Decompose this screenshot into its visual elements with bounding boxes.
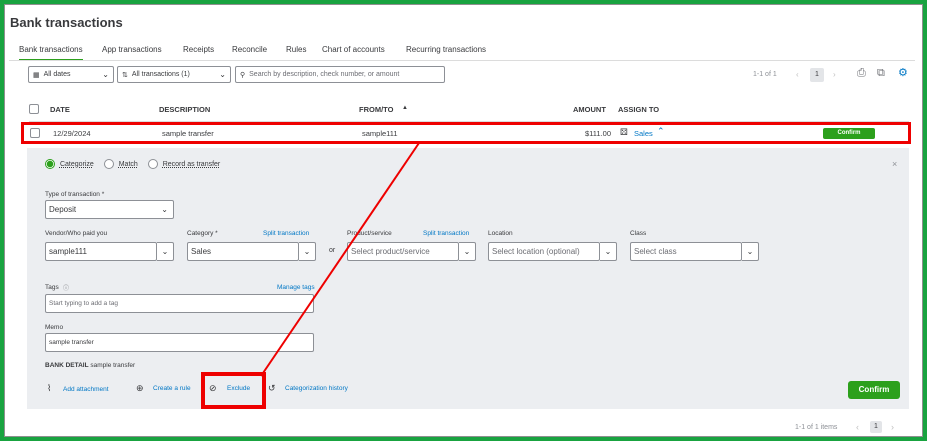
annotation-line (260, 142, 420, 377)
footer-next-icon[interactable]: › (891, 422, 894, 432)
annotation-arrow (260, 142, 420, 377)
footer-page-button[interactable]: 1 (870, 421, 882, 433)
footer-pager-range: 1-1 of 1 items (795, 424, 838, 431)
footer-prev-icon[interactable]: ‹ (856, 422, 859, 432)
app-frame: Bank transactions Bank transactions App … (4, 4, 923, 437)
